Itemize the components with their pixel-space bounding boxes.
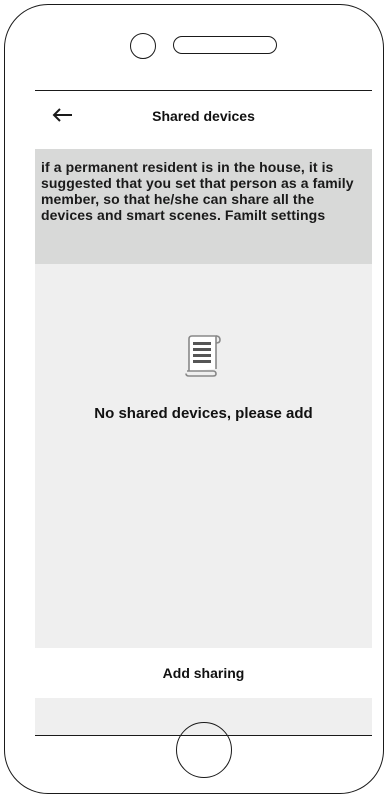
add-sharing-label: Add sharing xyxy=(162,665,245,681)
home-button[interactable] xyxy=(176,722,232,778)
phone-frame: Shared devices if a permanent resident i… xyxy=(4,4,384,794)
page-title: Shared devices xyxy=(152,108,255,124)
arrow-left-icon xyxy=(52,108,72,122)
front-camera xyxy=(130,33,156,59)
earpiece-speaker xyxy=(173,36,277,54)
empty-state-message: No shared devices, please add xyxy=(94,405,313,422)
app-screen: Shared devices if a permanent resident i… xyxy=(35,90,372,736)
document-scroll-icon xyxy=(183,331,227,379)
back-button[interactable] xyxy=(47,103,83,133)
family-member-notice[interactable]: if a permanent resident is in the house,… xyxy=(35,149,372,264)
notice-text: if a permanent resident is in the house,… xyxy=(41,159,354,223)
add-sharing-button[interactable]: Add sharing xyxy=(35,648,372,698)
navigation-bar: Shared devices xyxy=(35,91,372,149)
